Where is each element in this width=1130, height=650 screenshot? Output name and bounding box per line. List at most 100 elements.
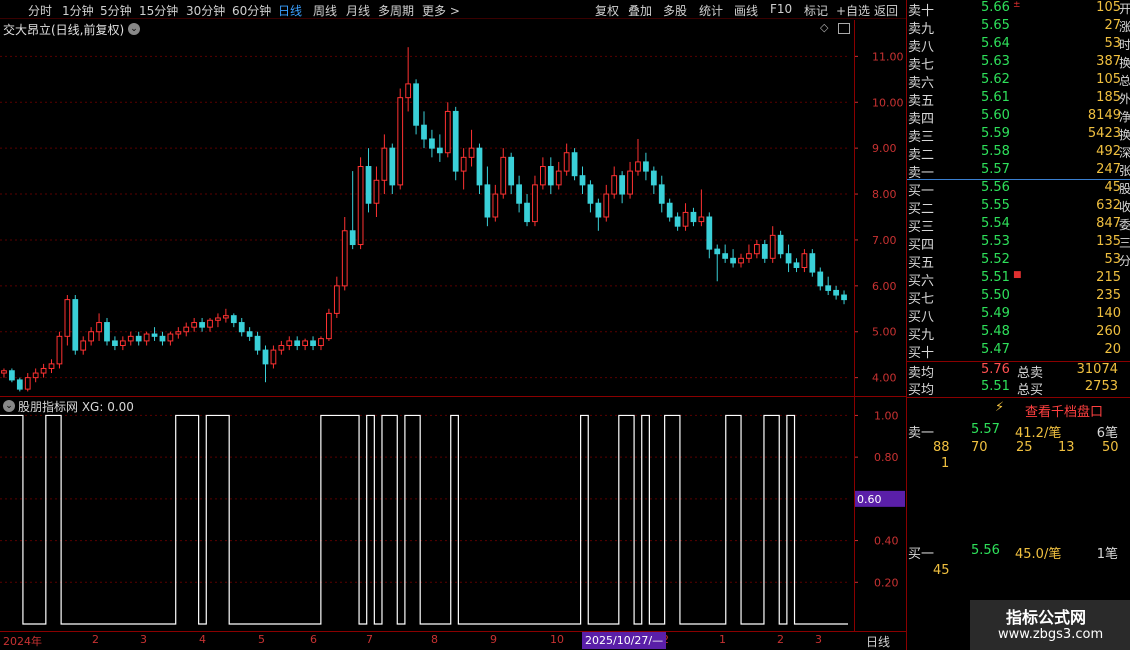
candle-body — [619, 175, 626, 195]
bid-row[interactable]: 买四 5.53 135 — [907, 234, 1121, 253]
sell1-label: 卖一 — [908, 426, 935, 441]
level-label: 买六 — [908, 274, 935, 289]
level-volume: 135 — [1096, 234, 1121, 249]
period-tab-0[interactable]: 分时 — [28, 2, 52, 19]
bid-row[interactable]: 买一 5.56 45 — [907, 180, 1121, 199]
period-label[interactable]: 日线 — [866, 633, 890, 650]
chevron-down-icon[interactable]: ⌄ — [128, 23, 140, 35]
candle-body — [151, 333, 158, 337]
bid-row[interactable]: 买十 5.47 20 — [907, 342, 1121, 361]
axis-divider — [854, 20, 855, 632]
period-tab-1[interactable]: 1分钟 — [62, 2, 94, 19]
candle-body — [143, 333, 150, 342]
sell1-order: 50 — [1102, 440, 1119, 455]
bid-row[interactable]: 买六 5.51 ■ 215 — [907, 270, 1121, 289]
toolbar-action-3[interactable]: 统计 — [699, 2, 723, 19]
level-price: 5.64 — [981, 36, 1010, 51]
period-tab-10[interactable]: 更多 > — [422, 2, 460, 19]
chevron-down-icon[interactable]: ⌄ — [3, 400, 15, 412]
qiandang-button[interactable]: 查看千档盘口 — [1025, 401, 1103, 420]
level-label: 买四 — [908, 238, 935, 253]
candle-body — [738, 257, 744, 264]
buy1-avg: 45.0/笔 — [1015, 547, 1062, 562]
main-chart[interactable]: 11.00 10.00 9.00 8.00 7.00 6.00 5.00 4.00 — [0, 38, 906, 396]
bid-row[interactable]: 买九 5.48 260 — [907, 324, 1121, 343]
cursor-value-label: 0.60 — [857, 493, 882, 506]
date-cursor-label: 2025/10/27/— — [582, 632, 667, 649]
level-volume: 847 — [1096, 216, 1121, 231]
diamond-icon[interactable]: ◇ — [820, 21, 828, 34]
toolbar-action-7[interactable]: +自选 — [836, 2, 870, 19]
candle-body — [127, 335, 134, 342]
ask-row[interactable]: 卖八 5.64 53 — [907, 36, 1121, 55]
ask-row[interactable]: 卖十 5.66 ±105 — [907, 0, 1121, 19]
toolbar-action-5[interactable]: F10 — [770, 2, 792, 16]
toolbar-action-4[interactable]: 画线 — [734, 2, 758, 19]
toolbar-action-2[interactable]: 多股 — [663, 2, 687, 19]
y-tick-label: 11.00 — [872, 50, 904, 63]
candle-body — [24, 377, 31, 390]
bid-row[interactable]: 买三 5.54 847 — [907, 216, 1121, 235]
candle-body — [611, 175, 618, 195]
level-price: 5.63 — [981, 54, 1010, 69]
level-price: 5.58 — [981, 144, 1010, 159]
ask-row[interactable]: 卖六 5.62 105 — [907, 72, 1121, 91]
candle-body — [32, 372, 39, 379]
candle-body — [833, 289, 839, 296]
candle-body — [706, 216, 713, 250]
candle-body — [444, 110, 451, 154]
buy1-count: 1笔 — [1096, 547, 1118, 562]
candle-body — [349, 230, 356, 246]
level-volume: 492 — [1096, 144, 1121, 159]
period-tab-2[interactable]: 5分钟 — [100, 2, 132, 19]
candle-body — [119, 340, 126, 347]
period-tab-6[interactable]: 日线 — [278, 2, 302, 19]
window-toggle-icon[interactable] — [838, 23, 850, 34]
indicator-chart[interactable]: 1.000.800.600.400.200.60 — [0, 396, 906, 632]
side-info-char: 收 — [1119, 200, 1130, 214]
candle-body — [1, 370, 7, 374]
bid-row[interactable]: 买七 5.50 235 — [907, 288, 1121, 307]
sell1-order: 25 — [1016, 440, 1033, 455]
level-volume: 8149 — [1087, 108, 1121, 123]
toolbar-action-6[interactable]: 标记 — [804, 2, 828, 19]
bid-row[interactable]: 买五 5.52 53 — [907, 252, 1121, 271]
candle-body — [230, 315, 237, 324]
level-price: 5.53 — [981, 234, 1010, 249]
level-volume: 5423 — [1087, 126, 1121, 141]
toolbar-action-1[interactable]: 叠加 — [628, 2, 652, 19]
candle-body — [310, 340, 316, 347]
candle-body — [532, 184, 538, 223]
bid-row[interactable]: 买二 5.55 632 — [907, 198, 1121, 217]
toolbar-action-8[interactable]: 返回 — [874, 2, 898, 19]
y-tick-label: 0.20 — [874, 576, 899, 589]
toolbar-action-0[interactable]: 复权 — [595, 2, 619, 19]
level-price: 5.55 — [981, 198, 1010, 213]
ask-row[interactable]: 卖四 5.60 8149 — [907, 108, 1121, 127]
ask-row[interactable]: 卖一 5.57 247 — [907, 162, 1121, 181]
level-label: 卖五 — [908, 94, 935, 109]
candle-body — [666, 202, 673, 218]
xg-signal-line — [0, 414, 848, 625]
period-tab-4[interactable]: 30分钟 — [186, 2, 225, 19]
period-tab-3[interactable]: 15分钟 — [139, 2, 178, 19]
candle-body — [650, 170, 657, 186]
candle-body — [785, 253, 792, 264]
ask-row[interactable]: 卖三 5.59 5423 — [907, 126, 1121, 145]
ask-row[interactable]: 卖九 5.65 27 — [907, 18, 1121, 37]
y-tick-label: 10.00 — [872, 96, 904, 109]
candle-body — [595, 202, 602, 218]
bid-row[interactable]: 买八 5.49 140 — [907, 306, 1121, 325]
candle-body — [690, 211, 697, 223]
period-tab-5[interactable]: 60分钟 — [232, 2, 271, 19]
ask-row[interactable]: 卖七 5.63 387 — [907, 54, 1121, 73]
period-tab-9[interactable]: 多周期 — [378, 2, 414, 19]
period-tab-8[interactable]: 月线 — [346, 2, 370, 19]
level-volume: 140 — [1096, 306, 1121, 321]
level-volume: 260 — [1096, 324, 1121, 339]
ask-row[interactable]: 卖二 5.58 492 — [907, 144, 1121, 163]
ask-row[interactable]: 卖五 5.61 185 — [907, 90, 1121, 109]
y-tick-label: 8.00 — [872, 188, 897, 201]
period-tab-7[interactable]: 周线 — [313, 2, 337, 19]
candle-body — [603, 193, 610, 218]
